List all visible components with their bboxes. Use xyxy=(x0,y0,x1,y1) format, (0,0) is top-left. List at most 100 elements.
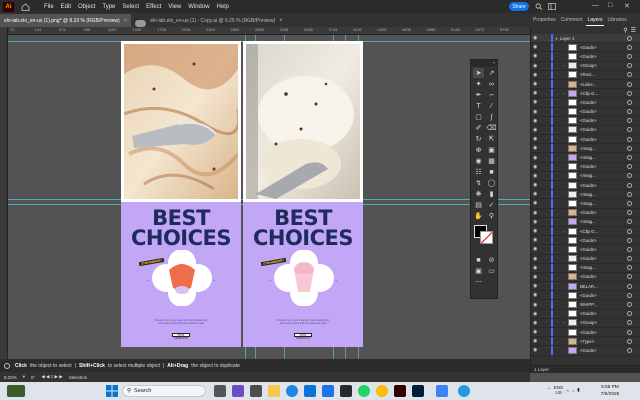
visibility-eye-icon[interactable]: ◉ xyxy=(533,237,541,243)
app-icon[interactable] xyxy=(436,385,448,397)
chrome-icon[interactable] xyxy=(376,385,388,397)
visibility-eye-icon[interactable]: ◉ xyxy=(533,228,541,234)
visibility-eye-icon[interactable]: ◉ xyxy=(533,99,541,105)
store-icon[interactable] xyxy=(304,385,316,397)
shop-button[interactable]: SHOP PRODUCTS xyxy=(172,333,190,340)
layer-name[interactable]: <Guide> xyxy=(580,109,597,114)
visibility-eye-icon[interactable]: ◉ xyxy=(533,109,541,115)
layer-row[interactable]: ◉ BELAR... xyxy=(531,282,640,292)
target-circle-icon[interactable] xyxy=(627,200,632,206)
symbol-sprayer-icon[interactable]: ❋ xyxy=(473,189,484,199)
hand-tool-icon[interactable]: ✋ xyxy=(473,211,484,221)
arrow-right-icon[interactable]: → xyxy=(211,277,216,283)
telegram-icon[interactable] xyxy=(458,385,470,397)
app-icon[interactable] xyxy=(250,385,262,397)
direct-selection-tool-icon[interactable]: ↗ xyxy=(486,68,497,78)
target-circle-icon[interactable] xyxy=(627,109,632,115)
width-tool-icon[interactable]: ⊕ xyxy=(473,145,484,155)
visibility-eye-icon[interactable]: ◉ xyxy=(533,210,541,216)
canvas[interactable]: BEST CHOICES STRAWBERRY ← → Premium ice … xyxy=(8,35,530,359)
pen-tool-icon[interactable]: ✒ xyxy=(473,90,484,100)
layer-row[interactable]: ◉ <Imag... xyxy=(531,263,640,273)
target-circle-icon[interactable] xyxy=(627,292,632,298)
screen-mode-icon[interactable]: ▭ xyxy=(486,266,497,276)
wifi-icon[interactable]: ≈ xyxy=(567,388,569,393)
target-circle-icon[interactable] xyxy=(627,127,632,133)
tab-document-2[interactable]: elo-lab.elo_en-us (1) - Copy.ai @ 6.25 %… xyxy=(146,14,287,27)
search-icon[interactable]: ⚲ xyxy=(623,27,627,34)
layer-row[interactable]: ◉ <Guide> xyxy=(531,162,640,172)
ice-cream-photo[interactable] xyxy=(124,44,238,199)
draw-mode-icon[interactable]: ▣ xyxy=(473,266,484,276)
layer-name[interactable]: <Guide> xyxy=(580,247,597,252)
horizontal-ruler[interactable]: 72 144 576 288 1152 1440 1728 2016 2304 2592 2880 3… xyxy=(8,27,530,35)
artboard-number[interactable]: 1 xyxy=(51,374,54,379)
visibility-eye-icon[interactable]: ◉ xyxy=(533,182,541,188)
layer-row[interactable]: ◉ WHIPP... xyxy=(531,300,640,310)
menu-effect[interactable]: Effect xyxy=(146,4,161,10)
home-icon[interactable] xyxy=(20,2,30,12)
visibility-eye-icon[interactable]: ◉ xyxy=(533,164,541,170)
target-circle-icon[interactable] xyxy=(627,219,632,225)
visibility-eye-icon[interactable]: ◉ xyxy=(533,338,541,344)
visibility-eye-icon[interactable]: ◉ xyxy=(533,44,541,50)
zoom-level[interactable]: 8.33% xyxy=(4,375,17,380)
eraser-icon[interactable]: ⌫ xyxy=(486,123,497,133)
layer-name[interactable]: <Guide> xyxy=(580,330,597,335)
visibility-eye-icon[interactable]: ◉ xyxy=(533,292,541,298)
target-circle-icon[interactable] xyxy=(627,274,632,280)
layer-row[interactable]: ◉ <Imag... xyxy=(531,199,640,209)
search-icon[interactable] xyxy=(535,3,543,10)
layer-row[interactable]: ◉ <Guide> xyxy=(531,346,640,356)
layer-row[interactable]: ◉ <Guide> xyxy=(531,52,640,62)
layer-row[interactable]: ◉ <Guide> xyxy=(531,107,640,117)
target-circle-icon[interactable] xyxy=(627,53,632,59)
layer-row[interactable]: ◉ › <Clip G... xyxy=(531,89,640,99)
target-circle-icon[interactable] xyxy=(627,136,632,142)
layer-name[interactable]: <Guide> xyxy=(580,311,597,316)
fill-stroke-swatches[interactable] xyxy=(471,223,497,253)
layer-row[interactable]: ◉ › <Group> xyxy=(531,318,640,328)
layer-name[interactable]: <Linke... xyxy=(580,82,596,87)
layer-name[interactable]: <Guide> xyxy=(580,100,597,105)
artboard-1[interactable]: BEST CHOICES STRAWBERRY ← → Premium ice … xyxy=(121,41,241,347)
target-circle-icon[interactable] xyxy=(627,81,632,87)
expand-arrow-icon[interactable]: ▾ xyxy=(553,36,560,41)
layer-name[interactable]: <Guide> xyxy=(580,127,597,132)
visibility-eye-icon[interactable]: ◉ xyxy=(533,265,541,271)
target-circle-icon[interactable] xyxy=(627,99,632,105)
layer-row[interactable]: ◉ <Imag... xyxy=(531,190,640,200)
paintbrush-icon[interactable]: ∫ xyxy=(486,112,497,122)
layer-name[interactable]: <Imag... xyxy=(580,173,596,178)
layer-row[interactable]: ◉ <Guide> xyxy=(531,181,640,191)
target-circle-icon[interactable] xyxy=(627,173,632,179)
visibility-eye-icon[interactable]: ◉ xyxy=(533,118,541,124)
visibility-eye-icon[interactable]: ◉ xyxy=(533,283,541,289)
visibility-eye-icon[interactable]: ◉ xyxy=(533,256,541,262)
tab-comment[interactable]: Comment xyxy=(560,15,584,25)
layer-name[interactable]: <Guide> xyxy=(580,256,597,261)
ice-cream-photo[interactable] xyxy=(246,44,360,199)
expand-arrow-icon[interactable]: › xyxy=(561,63,568,68)
visibility-eye-icon[interactable]: ◉ xyxy=(533,347,541,353)
target-circle-icon[interactable] xyxy=(627,191,632,197)
target-circle-icon[interactable] xyxy=(627,90,632,96)
layer-row[interactable]: ◉ <Guide> xyxy=(531,135,640,145)
visibility-eye-icon[interactable]: ◉ xyxy=(533,90,541,96)
lasso-icon[interactable]: ∞ xyxy=(486,79,497,89)
tab-document-1[interactable]: elo-lab.elo_en-us (1).png* @ 8.33 % (RGB… xyxy=(0,14,132,27)
menu-file[interactable]: File xyxy=(44,4,54,10)
file-explorer-icon[interactable] xyxy=(268,385,280,397)
visibility-eye-icon[interactable]: ◉ xyxy=(533,191,541,197)
layer-name[interactable]: <Type> xyxy=(580,339,594,344)
maximize-icon[interactable]: □ xyxy=(608,2,612,9)
visibility-eye-icon[interactable]: ◉ xyxy=(533,145,541,151)
target-circle-icon[interactable] xyxy=(627,164,632,170)
arrow-left-icon[interactable]: ← xyxy=(268,277,273,283)
visibility-eye-icon[interactable]: ◉ xyxy=(533,274,541,280)
visibility-eye-icon[interactable]: ◉ xyxy=(533,329,541,335)
layer-name[interactable]: <Guide> xyxy=(580,45,597,50)
magic-wand-icon[interactable]: ✦ xyxy=(473,79,484,89)
taskbar-search[interactable]: ⚲ Search xyxy=(122,385,206,397)
tab-properties[interactable]: Properties xyxy=(532,15,557,25)
